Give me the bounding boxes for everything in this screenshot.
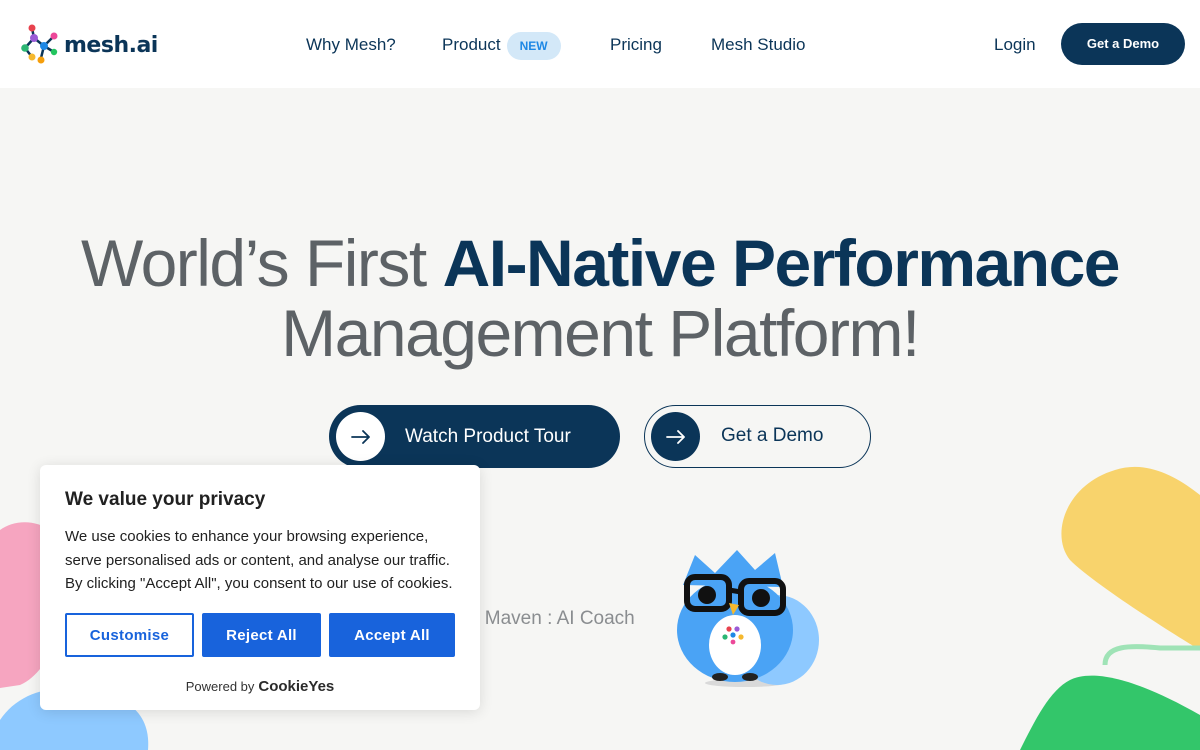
accept-all-button[interactable]: Accept All — [329, 613, 455, 657]
owl-mascot-icon — [677, 550, 819, 687]
get-demo-hero-button[interactable]: Get a Demo — [644, 405, 871, 468]
green-blob-decoration — [1020, 644, 1200, 750]
cookie-title: We value your privacy — [65, 489, 266, 510]
hero-heading-accent: AI-Native Performance — [442, 226, 1121, 300]
login-link[interactable]: Login — [994, 30, 1036, 60]
watch-product-tour-button[interactable]: Watch Product Tour — [329, 405, 620, 468]
arrow-right-icon — [350, 429, 370, 444]
customise-button[interactable]: Customise — [65, 613, 194, 657]
mesh-logo-icon — [21, 24, 58, 64]
hero-heading: World’s First AI-Native Performance Mana… — [0, 228, 1200, 368]
powered-by: Powered by CookieYes — [40, 678, 480, 695]
site-header: mesh.ai Why Mesh? Product NEW Pricing Mes… — [0, 0, 1200, 88]
cookie-consent-panel: We value your privacy We use cookies to … — [40, 465, 480, 710]
nav-item-product-label: Product — [442, 35, 501, 54]
get-demo-hero-label: Get a Demo — [721, 425, 824, 446]
cookie-body: We use cookies to enhance your browsing … — [65, 528, 453, 592]
nav-item-pricing[interactable]: Pricing — [610, 30, 662, 60]
watch-product-tour-label: Watch Product Tour — [405, 426, 571, 447]
reject-all-button[interactable]: Reject All — [202, 613, 321, 657]
hero-heading-part2: Management Platform! — [281, 296, 920, 370]
nav-item-product[interactable]: Product NEW — [442, 30, 561, 60]
brand-logo[interactable]: mesh.ai — [18, 24, 158, 66]
yellow-blob-decoration — [1061, 466, 1200, 650]
cookieyes-logo[interactable]: CookieYes — [258, 678, 334, 695]
arrow-right-icon — [665, 429, 685, 444]
new-badge: NEW — [506, 31, 561, 60]
tour-arrow-circle — [336, 412, 385, 461]
brand-name: mesh.ai — [64, 32, 158, 58]
nav-item-mesh-studio[interactable]: Mesh Studio — [711, 30, 806, 60]
hero-heading-part1: World’s First — [80, 226, 443, 300]
ai-coach-caption: y Maven : AI Coach — [470, 608, 635, 629]
demo-arrow-circle — [651, 412, 700, 461]
get-demo-header-button[interactable]: Get a Demo — [1061, 23, 1185, 65]
powered-by-label: Powered by — [185, 679, 255, 694]
nav-item-why-mesh[interactable]: Why Mesh? — [306, 30, 396, 60]
